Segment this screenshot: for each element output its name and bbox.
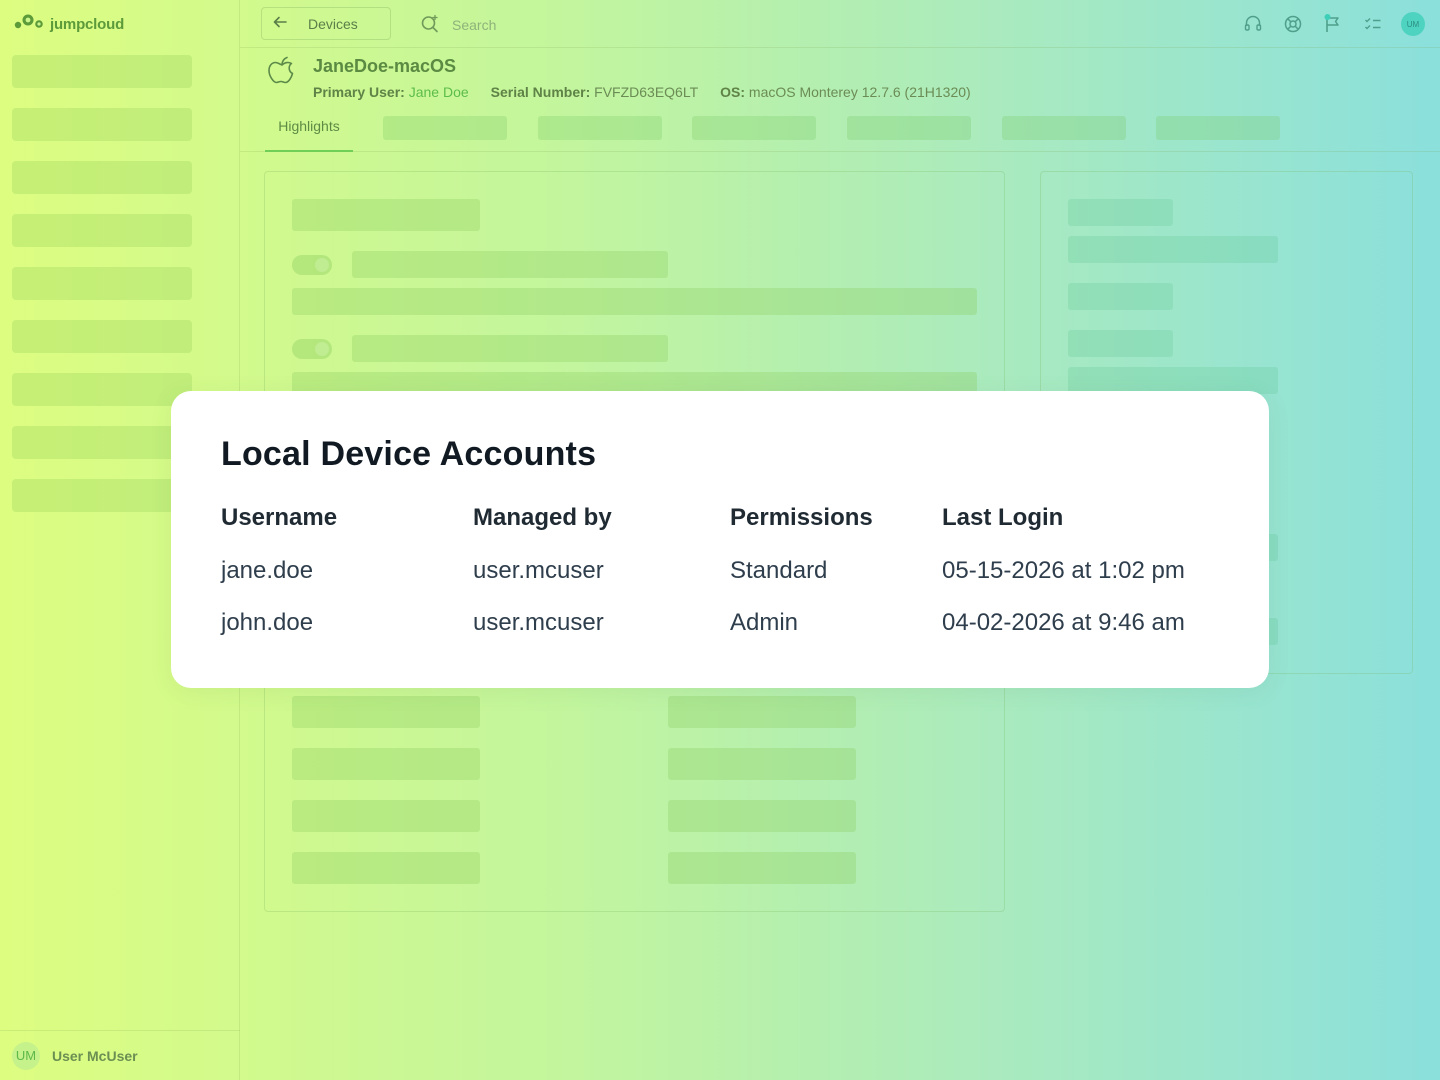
flag-notification-icon[interactable] (1321, 12, 1345, 36)
cell-permissions: Admin (730, 609, 799, 636)
cell-last-login: 05-15-2026 at 1:02 pm (942, 557, 1185, 584)
column-header-last-login: Last Login (942, 504, 1064, 531)
tab-placeholder[interactable] (538, 116, 662, 140)
sidebar-item-placeholder[interactable] (12, 267, 192, 300)
tab-placeholder[interactable] (692, 116, 816, 140)
tab-highlights[interactable]: Highlights (265, 104, 353, 152)
search-icon (420, 13, 440, 36)
text-placeholder (668, 696, 856, 728)
primary-user-label: Primary User: (313, 84, 405, 100)
back-button-label: Devices (308, 15, 358, 32)
text-placeholder (1068, 330, 1173, 357)
cell-managed-by: user.mcuser (473, 609, 604, 636)
sidebar-item-placeholder[interactable] (12, 426, 192, 459)
serial-number-value: FVFZD63EQ6LT (594, 84, 699, 100)
primary-user-link[interactable]: Jane Doe (409, 84, 469, 100)
search-placeholder: Search (452, 16, 497, 33)
tab-placeholder[interactable] (383, 116, 507, 140)
sidebar-item-placeholder[interactable] (12, 108, 192, 141)
device-meta: Primary User: Jane Doe Serial Number: FV… (313, 84, 971, 100)
cell-username: john.doe (221, 609, 314, 636)
os-field: OS: macOS Monterey 12.7.6 (21H1320) (720, 84, 971, 100)
text-placeholder (1068, 367, 1278, 394)
text-placeholder (352, 251, 668, 278)
user-name: User McUser (52, 1047, 138, 1064)
column-header-permissions: Permissions (730, 504, 873, 531)
sidebar-item-placeholder[interactable] (12, 373, 192, 406)
back-to-devices-button[interactable]: Devices (261, 7, 391, 40)
sidebar-item-placeholder[interactable] (12, 161, 192, 194)
apple-icon (264, 52, 300, 101)
text-placeholder (292, 288, 977, 315)
serial-number-label: Serial Number: (490, 84, 591, 100)
toggle-placeholder[interactable] (292, 255, 332, 275)
local-device-accounts-modal: Local Device Accounts Username Managed b… (171, 391, 1269, 688)
tab-placeholder[interactable] (1002, 116, 1126, 140)
text-placeholder (292, 696, 480, 728)
modal-title: Local Device Accounts (221, 435, 597, 473)
text-placeholder (292, 852, 480, 884)
search-input[interactable]: Search (420, 13, 496, 36)
device-title: JaneDoe-macOS (313, 56, 457, 76)
arrow-left-icon (272, 14, 288, 33)
sidebar-item-placeholder[interactable] (12, 214, 192, 247)
cell-username: jane.doe (221, 557, 314, 584)
os-label: OS: (720, 84, 746, 100)
device-tabs: Highlights (240, 104, 1440, 152)
cell-last-login: 04-02-2026 at 9:46 am (942, 609, 1185, 636)
text-placeholder (1068, 236, 1278, 263)
account-avatar[interactable]: UM (1401, 12, 1425, 36)
card-title-placeholder (292, 199, 480, 231)
primary-user-field: Primary User: Jane Doe (313, 84, 469, 100)
top-bar-actions: UM (1241, 12, 1425, 36)
jumpcloud-logo[interactable]: jumpcloud (12, 12, 124, 36)
text-placeholder (668, 852, 856, 884)
text-placeholder (1068, 199, 1173, 226)
logo-text: jumpcloud (50, 15, 125, 33)
text-placeholder (668, 800, 856, 832)
os-value: macOS Monterey 12.7.6 (21H1320) (748, 84, 971, 100)
column-header-username: Username (221, 504, 338, 531)
sidebar-item-placeholder[interactable] (12, 479, 192, 512)
text-placeholder (352, 335, 668, 362)
cloud-logo-icon (12, 13, 46, 36)
help-lifebuoy-icon[interactable] (1281, 12, 1305, 36)
text-placeholder (292, 800, 480, 832)
task-list-icon[interactable] (1361, 12, 1385, 36)
tab-placeholder[interactable] (1156, 116, 1280, 140)
cell-permissions: Standard (730, 557, 828, 584)
sidebar-item-placeholder[interactable] (12, 55, 192, 88)
sidebar-item-placeholder[interactable] (12, 320, 192, 353)
headset-icon[interactable] (1241, 12, 1265, 36)
serial-number-field: Serial Number: FVFZD63EQ6LT (491, 84, 698, 100)
cell-managed-by: user.mcuser (473, 557, 604, 584)
text-placeholder (668, 748, 856, 780)
column-header-managed-by: Managed by (473, 504, 612, 531)
sidebar-user-menu[interactable]: UM User McUser (0, 1030, 240, 1080)
tab-placeholder[interactable] (847, 116, 971, 140)
top-bar: Devices Search UM (240, 0, 1440, 48)
text-placeholder (1068, 283, 1173, 310)
text-placeholder (292, 748, 480, 780)
user-avatar: UM (12, 1041, 40, 1070)
toggle-placeholder[interactable] (292, 339, 332, 359)
